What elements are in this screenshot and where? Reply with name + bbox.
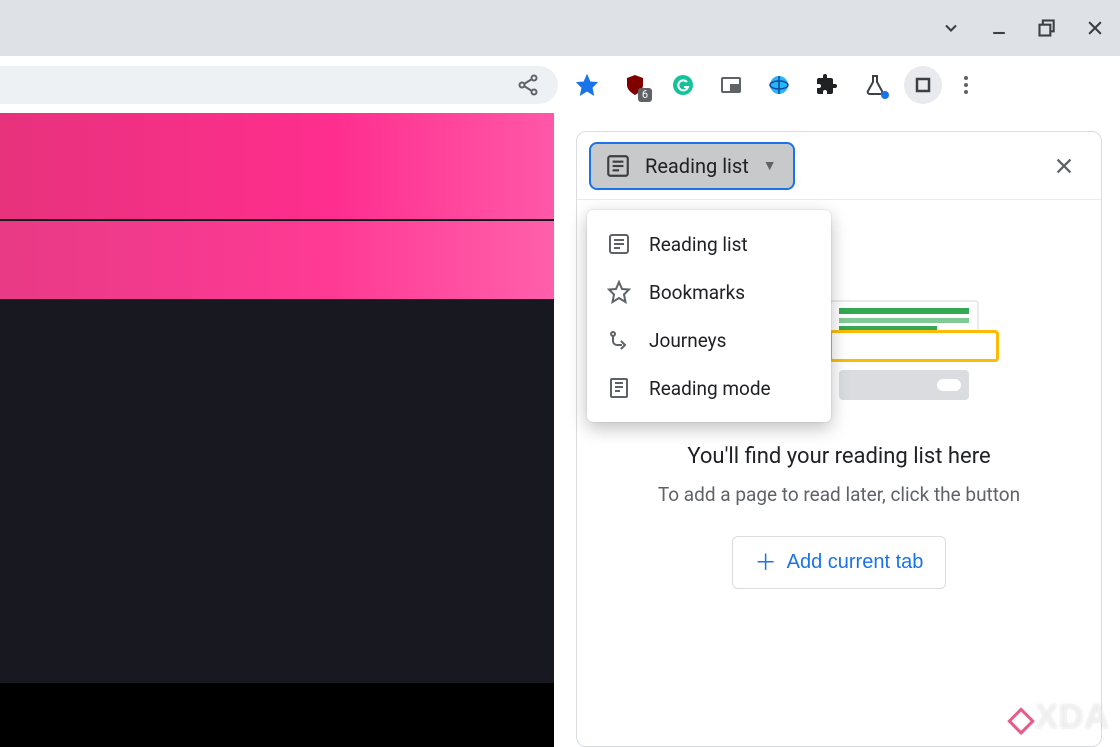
toolbar-actions: 6 — [544, 66, 980, 104]
grammarly-icon[interactable] — [664, 66, 702, 104]
chrome-labs-icon[interactable] — [856, 66, 894, 104]
side-panel: Reading list ▼ Reading list Bookmarks Jo… — [576, 131, 1102, 747]
side-panel-close-button[interactable] — [1047, 149, 1081, 183]
extensions-puzzle-icon[interactable] — [808, 66, 846, 104]
tabs-search-chevron-icon[interactable] — [940, 17, 962, 39]
address-bar[interactable] — [0, 66, 536, 104]
bookmark-star-icon[interactable] — [568, 66, 606, 104]
menu-item-reading-list[interactable]: Reading list — [587, 220, 831, 268]
side-panel-mode-menu: Reading list Bookmarks Journeys Reading … — [587, 210, 831, 422]
menu-item-label: Reading list — [649, 233, 748, 256]
main-content: Reading list ▼ Reading list Bookmarks Jo… — [0, 113, 1120, 747]
chrome-menu-icon[interactable] — [952, 66, 980, 104]
picture-in-picture-icon[interactable] — [712, 66, 750, 104]
ublock-origin-icon[interactable]: 6 — [616, 66, 654, 104]
menu-item-bookmarks[interactable]: Bookmarks — [587, 268, 831, 316]
vpn-icon[interactable] — [760, 66, 798, 104]
window-close-button[interactable] — [1084, 17, 1106, 39]
window-minimize-button[interactable] — [988, 17, 1010, 39]
share-icon[interactable] — [502, 66, 558, 104]
empty-state-subtitle: To add a page to read later, click the b… — [658, 483, 1020, 506]
chevron-down-icon: ▼ — [763, 157, 777, 174]
side-panel-mode-label: Reading list — [645, 154, 749, 178]
page-content[interactable] — [0, 113, 554, 747]
profile-button[interactable] — [904, 66, 942, 104]
watermark: ◇XDA — [1008, 697, 1110, 737]
menu-item-reading-mode[interactable]: Reading mode — [587, 364, 831, 412]
window-restore-button[interactable] — [1036, 17, 1058, 39]
add-button-label: Add current tab — [787, 551, 924, 574]
side-panel-mode-dropdown[interactable]: Reading list ▼ — [589, 142, 795, 190]
browser-toolbar: 6 — [0, 56, 1120, 113]
add-current-tab-button[interactable]: ＋ Add current tab — [732, 536, 947, 589]
side-panel-header: Reading list ▼ — [577, 132, 1101, 200]
extension-badge: 6 — [638, 88, 652, 102]
window-tab-strip — [0, 0, 1120, 56]
menu-item-journeys[interactable]: Journeys — [587, 316, 831, 364]
menu-item-label: Journeys — [649, 329, 726, 352]
empty-state-title: You'll find your reading list here — [687, 444, 990, 469]
menu-item-label: Reading mode — [649, 377, 771, 400]
menu-item-label: Bookmarks — [649, 281, 745, 304]
